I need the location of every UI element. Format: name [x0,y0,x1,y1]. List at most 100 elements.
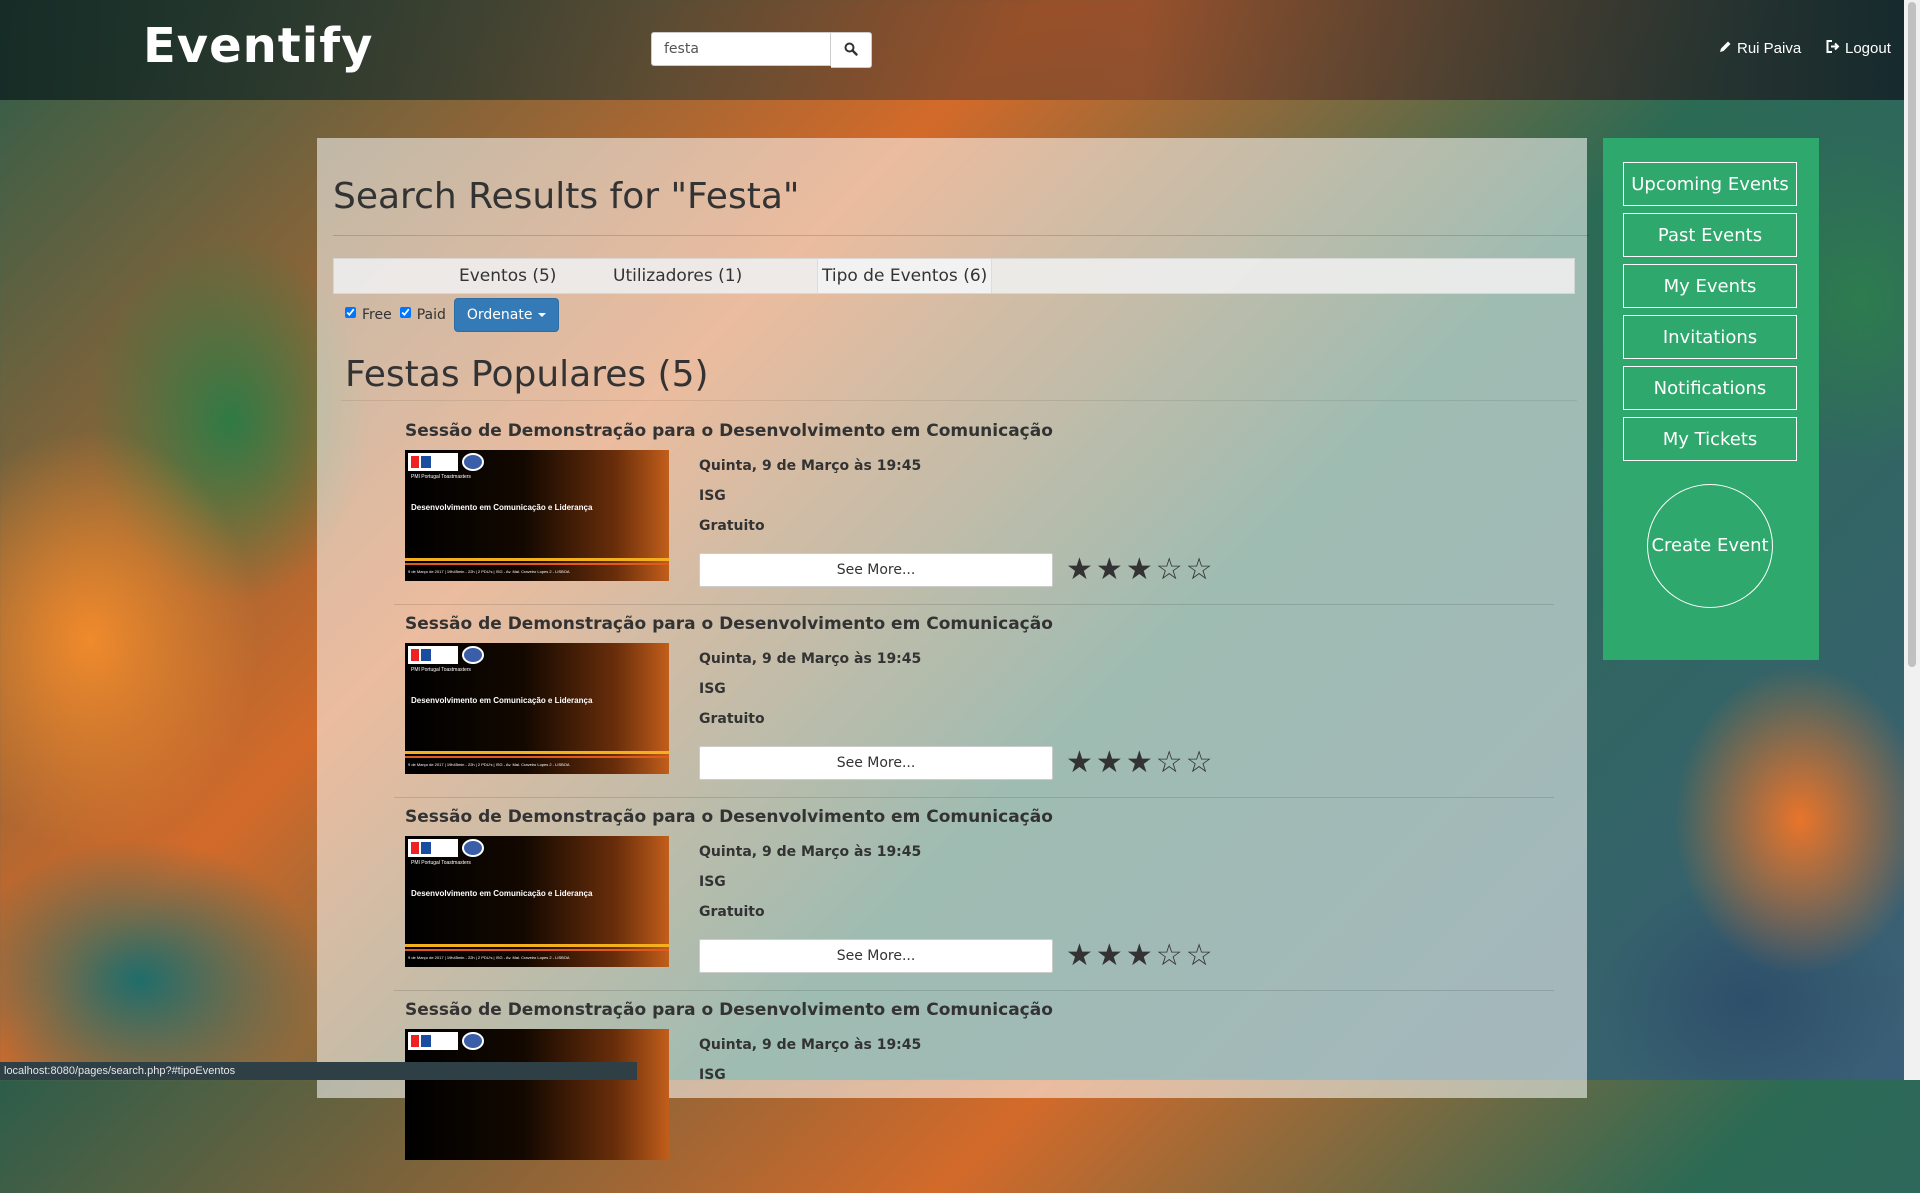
search-input[interactable] [651,32,831,66]
pmi-logo-icon [408,453,458,471]
tab-utilizadores[interactable]: Utilizadores (1) [613,259,742,293]
pmi-logo-icon [408,646,458,664]
image-subtitle: PMI Portugal Toastmasters [411,474,471,480]
event-card: Sessão de Demonstração para o Desenvolvi… [394,421,1554,614]
browser-status-bar: localhost:8080/pages/search.php?#tipoEve… [0,1062,637,1080]
event-location: ISG [699,874,726,890]
see-more-button[interactable]: See More... [699,553,1053,587]
sidebar-item-my-events[interactable]: My Events [1623,264,1797,308]
event-title[interactable]: Sessão de Demonstração para o Desenvolvi… [405,807,1053,827]
navbar: Eventify Rui Paiva Logout [0,0,1904,100]
event-location: ISG [699,681,726,697]
image-heading: Desenvolvimento em Comunicação e Lideran… [411,503,593,512]
sidebar: Upcoming Events Past Events My Events In… [1603,138,1819,660]
free-checkbox[interactable] [345,306,356,318]
star-empty-icon[interactable]: ☆ [1186,555,1213,585]
results-tabs: Eventos (5) Utilizadores (1) Tipo de Eve… [333,258,1575,294]
star-empty-icon[interactable]: ☆ [1186,941,1213,971]
toastmasters-logo-icon [462,1032,484,1050]
event-date: Quinta, 9 de Março às 19:45 [699,651,922,667]
divider [394,990,1554,991]
page-title: Search Results for "Festa" [333,176,800,217]
tab-eventos[interactable]: Eventos (5) [459,259,556,293]
scrollbar-thumb[interactable] [1908,2,1916,667]
toastmasters-logo-icon [462,839,484,857]
image-heading: Desenvolvimento em Comunicação e Lideran… [411,889,593,898]
star-filled-icon[interactable]: ★ [1066,555,1093,585]
sidebar-item-invitations[interactable]: Invitations [1623,315,1797,359]
star-filled-icon[interactable]: ★ [1096,748,1123,778]
event-image[interactable]: PMI Portugal Toastmasters Desenvolviment… [405,643,669,774]
sidebar-item-notifications[interactable]: Notifications [1623,366,1797,410]
caret-down-icon [538,313,547,317]
user-name: Rui Paiva [1737,40,1802,57]
logout-icon [1826,40,1840,57]
image-heading: Desenvolvimento em Comunicação e Lideran… [411,696,593,705]
sidebar-item-past-events[interactable]: Past Events [1623,213,1797,257]
star-empty-icon[interactable]: ☆ [1156,748,1183,778]
star-filled-icon[interactable]: ★ [1096,941,1123,971]
create-event-button[interactable]: Create Event [1647,484,1773,608]
see-more-button[interactable]: See More... [699,746,1053,780]
search-icon [844,41,858,60]
star-filled-icon[interactable]: ★ [1066,748,1093,778]
image-footer: 9 de Março de 2017 | 19h45min - 22h | 2 … [408,955,570,960]
image-footer: 9 de Março de 2017 | 19h45min - 22h | 2 … [408,762,570,767]
tab-tipo-de-eventos[interactable]: Tipo de Eventos (6) [817,259,993,293]
page-scrollbar[interactable] [1904,0,1920,1080]
event-image[interactable] [405,1029,669,1160]
search-form [651,32,872,68]
see-more-button[interactable]: See More... [699,939,1053,973]
paid-checkbox[interactable] [399,306,411,318]
star-filled-icon[interactable]: ★ [1126,555,1153,585]
filters-bar: Free Paid Ordenate [345,298,560,332]
event-date: Quinta, 9 de Março às 19:45 [699,844,922,860]
event-location: ISG [699,488,726,504]
star-filled-icon[interactable]: ★ [1096,555,1123,585]
divider [394,797,1554,798]
event-title[interactable]: Sessão de Demonstração para o Desenvolvi… [405,1000,1053,1020]
event-image[interactable]: PMI Portugal Toastmasters Desenvolviment… [405,450,669,581]
star-empty-icon[interactable]: ☆ [1186,748,1213,778]
image-subtitle: PMI Portugal Toastmasters [411,860,471,866]
user-profile-link[interactable]: Rui Paiva [1719,40,1801,57]
event-card: Sessão de Demonstração para o Desenvolvi… [394,807,1554,1000]
star-filled-icon[interactable]: ★ [1126,748,1153,778]
star-empty-icon[interactable]: ☆ [1156,941,1183,971]
event-date: Quinta, 9 de Março às 19:45 [699,1037,922,1053]
pmi-logo-icon [408,839,458,857]
event-location: ISG [699,1067,726,1083]
paid-label: Paid [416,307,446,323]
sidebar-item-upcoming-events[interactable]: Upcoming Events [1623,162,1797,206]
pencil-icon [1719,40,1732,57]
pmi-logo-icon [408,1032,458,1050]
rating-stars: ★ ★ ★ ☆ ☆ [1066,748,1213,778]
image-footer: 9 de Março de 2017 | 19h45min - 22h | 2 … [408,569,570,574]
star-filled-icon[interactable]: ★ [1126,941,1153,971]
search-button[interactable] [831,32,872,68]
event-image[interactable]: PMI Portugal Toastmasters Desenvolviment… [405,836,669,967]
event-date: Quinta, 9 de Março às 19:45 [699,458,922,474]
star-filled-icon[interactable]: ★ [1066,941,1093,971]
logout-link[interactable]: Logout [1826,40,1891,57]
logout-label: Logout [1845,40,1891,57]
ordenate-dropdown-button[interactable]: Ordenate [453,298,560,332]
image-subtitle: PMI Portugal Toastmasters [411,667,471,673]
divider [341,400,1577,401]
event-card: Sessão de Demonstração para o Desenvolvi… [394,614,1554,807]
event-price: Gratuito [699,711,765,727]
free-label: Free [362,307,392,323]
toastmasters-logo-icon [462,453,484,471]
event-title[interactable]: Sessão de Demonstração para o Desenvolvi… [405,614,1053,634]
rating-stars: ★ ★ ★ ☆ ☆ [1066,555,1213,585]
event-price: Gratuito [699,904,765,920]
event-card: Sessão de Demonstração para o Desenvolvi… [394,1000,1554,1193]
section-title: Festas Populares (5) [345,354,709,395]
star-empty-icon[interactable]: ☆ [1156,555,1183,585]
sidebar-item-my-tickets[interactable]: My Tickets [1623,417,1797,461]
divider [394,604,1554,605]
ordenate-label: Ordenate [466,307,533,323]
event-title[interactable]: Sessão de Demonstração para o Desenvolvi… [405,421,1053,441]
brand-logo[interactable]: Eventify [143,18,373,74]
search-results-panel: Search Results for "Festa" Eventos (5) U… [317,138,1589,1160]
